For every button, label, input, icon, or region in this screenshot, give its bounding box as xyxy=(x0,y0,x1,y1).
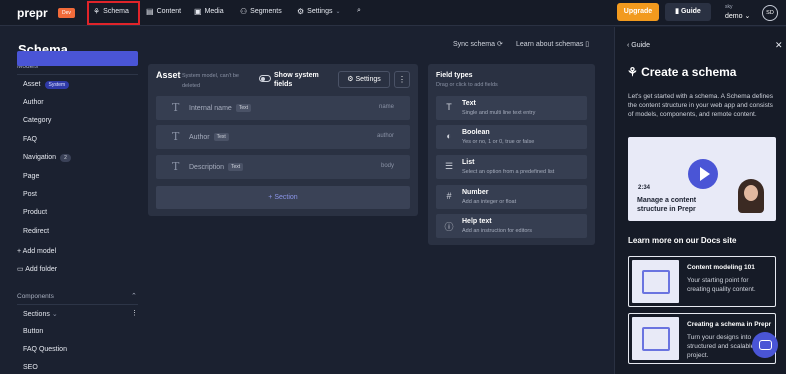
field-type-badge: Text xyxy=(213,133,229,141)
sync-schema-link[interactable]: Sync schema ⟳ xyxy=(453,40,503,48)
component-folder-sections[interactable]: Sections ⌄ xyxy=(23,310,58,318)
text-field-icon: T xyxy=(172,101,180,114)
guide-button[interactable]: ▮ Guide xyxy=(665,3,711,21)
field-row[interactable]: T Internal name Text name xyxy=(156,96,410,120)
folder-icon: ▭ xyxy=(17,266,26,273)
presenter-avatar xyxy=(738,179,764,213)
learn-schemas-link[interactable]: Learn about schemas ▯ xyxy=(516,40,589,48)
field-api-id: name xyxy=(378,104,394,110)
segments-icon: ⚇ xyxy=(240,7,248,16)
field-type-number[interactable]: # Number Add an integer or float xyxy=(436,185,587,209)
nav-segments[interactable]: ⚇ Segments xyxy=(240,7,282,16)
system-model-note: System model, can't be deleted xyxy=(182,73,239,89)
chat-support-icon[interactable] xyxy=(752,332,778,358)
nav-content[interactable]: ▤ Content xyxy=(146,7,181,16)
workspace-switcher[interactable]: demo ⌄ xyxy=(725,12,750,20)
field-name: Internal name Text xyxy=(189,104,251,112)
schema-sidebar: Schema xyxy=(0,27,148,374)
components-section-label: Components xyxy=(17,293,54,300)
model-item-redirect[interactable]: Redirect xyxy=(23,228,49,235)
play-icon[interactable] xyxy=(688,159,718,189)
model-settings-button[interactable]: ⚙ Settings xyxy=(338,71,390,88)
chevron-down-icon: ⌄ xyxy=(51,311,58,318)
gear-icon: ⚙ xyxy=(297,7,305,16)
number-icon: # xyxy=(446,191,452,201)
add-model-button[interactable]: + Add model xyxy=(17,248,56,255)
search-icon[interactable]: ⌕ xyxy=(357,7,361,15)
text-field-icon: T xyxy=(172,130,180,143)
model-item-navigation[interactable]: Navigation 2 xyxy=(23,154,71,162)
field-row[interactable]: T Author Text author xyxy=(156,125,410,149)
field-type-badge: Text xyxy=(228,163,244,171)
field-type-help-text[interactable]: ⓘ Help text Add an instruction for editors xyxy=(436,214,587,238)
model-item-author[interactable]: Author xyxy=(23,99,44,106)
docs-card[interactable]: Content modeling 101 Your starting point… xyxy=(628,256,776,307)
field-type-list[interactable]: ☰ List Select an option from a predefined … xyxy=(436,155,587,179)
field-type-text[interactable]: T Text Single and multi line text entry xyxy=(436,96,587,120)
chevron-down-icon: ⌄ xyxy=(744,13,751,20)
nav-settings[interactable]: ⚙ Settings ⌄ xyxy=(297,7,341,16)
show-system-fields-toggle[interactable] xyxy=(259,75,271,82)
field-types-title: Field types xyxy=(436,72,473,79)
video-caption: Manage a content structure in Prepr xyxy=(637,197,697,213)
guide-title: ⚘ Create a schema xyxy=(627,65,737,79)
toggle-icon: ◐ xyxy=(446,131,452,141)
component-item-button[interactable]: Button xyxy=(23,328,43,335)
guide-back-button[interactable]: ‹ Guide xyxy=(627,42,650,49)
field-name: Description Text xyxy=(189,163,244,171)
component-item-seo[interactable]: SEO xyxy=(23,364,38,371)
model-item-asset[interactable] xyxy=(17,51,138,66)
model-item-asset-label: Asset System xyxy=(23,81,70,89)
card-thumbnail xyxy=(632,260,679,303)
media-icon: ▣ xyxy=(194,7,202,16)
field-type-boolean[interactable]: ◐ Boolean Yes or no, 1 or 0, true or false xyxy=(436,125,587,149)
model-item-faq[interactable]: FAQ xyxy=(23,136,37,143)
prepr-logo[interactable]: prepr xyxy=(17,6,48,20)
book-icon: ▯ xyxy=(585,41,590,48)
field-api-id: body xyxy=(380,163,394,169)
count-badge: 2 xyxy=(60,154,71,162)
model-item-product[interactable]: Product xyxy=(23,209,47,216)
field-api-id: author xyxy=(376,133,394,139)
content-icon: ▤ xyxy=(146,7,154,16)
chevron-down-icon: ⌄ xyxy=(335,9,341,15)
sync-icon: ⟳ xyxy=(496,41,503,48)
upgrade-button[interactable]: Upgrade xyxy=(617,3,659,21)
show-system-fields-label: Show system fields xyxy=(274,72,319,88)
environment-badge: Dev xyxy=(58,8,75,18)
video-duration: 2:34 xyxy=(638,185,651,191)
text-icon: T xyxy=(446,102,452,112)
component-item-faq-question[interactable]: FAQ Question xyxy=(23,346,67,353)
top-bar: prepr Dev ⚘ Schema ▤ Content ▣ Media ⚇ Segme… xyxy=(0,0,786,26)
divider xyxy=(17,304,138,305)
text-field-icon: T xyxy=(172,160,180,173)
field-row[interactable]: T Description Text body xyxy=(156,155,410,179)
field-type-badge: Text xyxy=(235,104,251,112)
nav-media[interactable]: ▣ Media xyxy=(194,7,224,16)
schema-icon: ⚘ xyxy=(627,65,642,79)
card-thumbnail xyxy=(632,317,679,360)
add-folder-button[interactable]: ▭ Add folder xyxy=(17,265,57,273)
kebab-menu-icon[interactable]: ⋮ xyxy=(131,309,138,317)
divider xyxy=(17,74,138,75)
field-types-subtitle: Drag or click to add fields xyxy=(436,82,498,88)
schema-highlight xyxy=(87,1,140,25)
list-icon: ☰ xyxy=(444,161,454,171)
model-item-page[interactable]: Page xyxy=(23,173,39,180)
system-badge: System xyxy=(44,81,70,89)
model-item-category[interactable]: Category xyxy=(23,117,51,124)
docs-heading: Learn more on our Docs site xyxy=(628,236,737,245)
more-options-button[interactable]: ⋮ xyxy=(394,71,410,88)
user-avatar[interactable]: SD xyxy=(762,5,778,21)
guide-intro: Let's get started with a schema. A Schem… xyxy=(628,93,774,118)
model-item-post[interactable]: Post xyxy=(23,191,37,198)
chevron-up-icon[interactable]: ⌃ xyxy=(131,292,137,300)
organization-name: sky xyxy=(725,4,733,10)
add-section-button[interactable]: + Section xyxy=(156,186,410,209)
info-icon: ⓘ xyxy=(444,222,454,232)
close-icon[interactable]: ✕ xyxy=(775,40,783,51)
model-title: Asset xyxy=(156,70,181,80)
field-name: Author Text xyxy=(189,133,229,141)
